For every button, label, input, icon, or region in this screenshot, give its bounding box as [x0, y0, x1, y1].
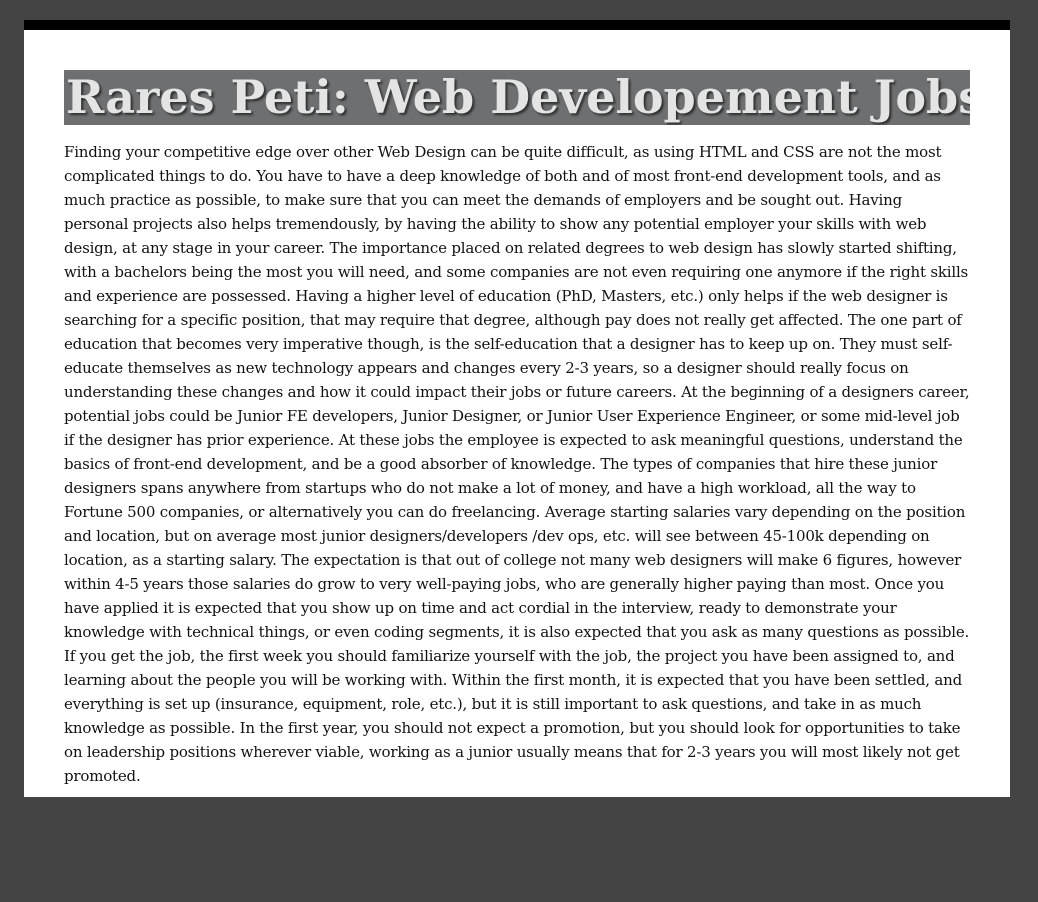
content-box: Rares Peti: Web Developement Jobs Findin…	[24, 30, 1010, 797]
article-body: Finding your competitive edge over other…	[64, 143, 970, 785]
page-title: Rares Peti: Web Developement Jobs	[64, 70, 970, 125]
top-bar	[24, 20, 1010, 30]
